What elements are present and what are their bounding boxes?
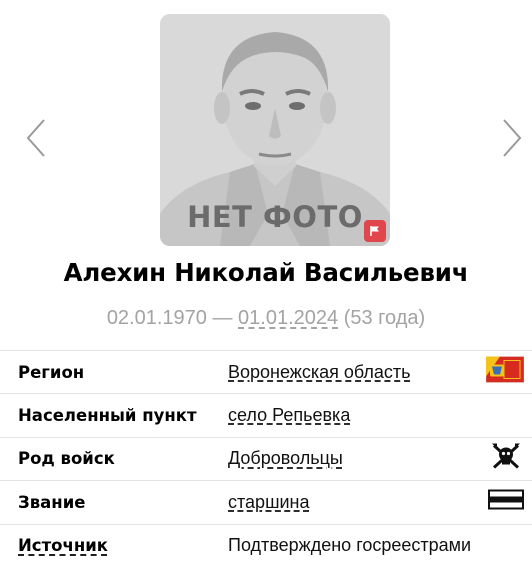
birth-date: 02.01.1970	[106, 307, 207, 329]
rank-link[interactable]: старшина	[228, 492, 310, 513]
detail-row-region: Регион Воронежская область	[0, 350, 532, 393]
chevron-left-icon[interactable]	[22, 116, 50, 160]
region-label: Регион	[18, 362, 85, 382]
source-value: Подтверждено госреестрами	[228, 535, 472, 556]
branch-link[interactable]: Добровольцы	[228, 448, 343, 469]
date-separator: —	[206, 307, 239, 329]
detail-row-source: Источник Подтверждено госреестрами	[0, 523, 532, 567]
branch-label: Род войск	[18, 449, 115, 469]
death-date-link[interactable]: 01.01.2024	[238, 307, 338, 329]
rank-label: Звание	[18, 492, 86, 512]
detail-row-branch: Род войск Добровольцы	[0, 436, 532, 480]
flag-icon[interactable]	[364, 220, 386, 242]
detail-row-rank: Звание старшина	[0, 480, 532, 523]
volunteer-emblem-icon	[490, 441, 522, 476]
age: (53 года)	[343, 307, 426, 329]
life-dates: 02.01.1970 — 01.01.2024 (53 года)	[0, 307, 532, 330]
region-link[interactable]: Воронежская область	[228, 362, 411, 383]
locality-label: Населенный пункт	[18, 406, 197, 426]
detail-row-locality: Населенный пункт село Репьевка	[0, 393, 532, 436]
rank-insignia-icon	[488, 489, 524, 515]
person-name: Алехин Николай Васильевич	[63, 258, 469, 287]
source-label[interactable]: Источник	[18, 536, 108, 555]
no-photo-label: НЕТ ФОТО	[187, 200, 363, 234]
person-details-table: Регион Воронежская область Населенный пу…	[0, 350, 532, 567]
person-photo-placeholder: НЕТ ФОТО	[160, 14, 390, 246]
region-flag-icon	[485, 356, 525, 388]
locality-link[interactable]: село Репьевка	[228, 405, 350, 426]
chevron-right-icon[interactable]	[498, 116, 526, 160]
